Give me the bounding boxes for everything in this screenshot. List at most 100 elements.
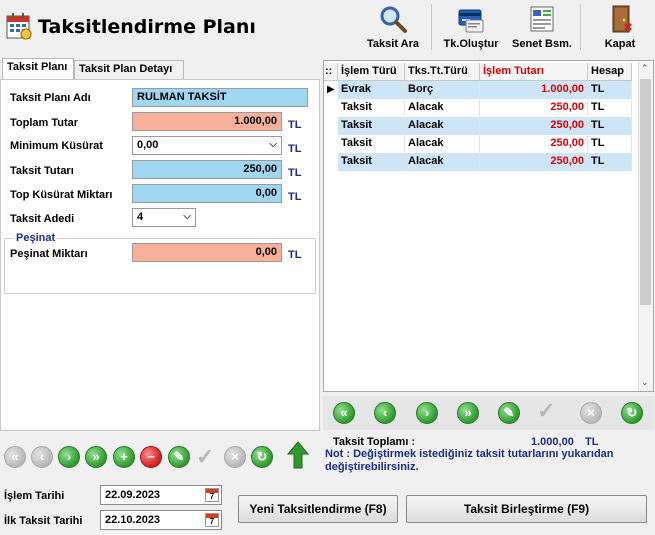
kapat-label: Kapat <box>604 38 636 50</box>
refresh-icon: ↻ <box>626 405 638 420</box>
delete-record-button[interactable]: − <box>140 446 162 468</box>
top-fraction-label: Top Küsürat Miktarı <box>10 189 113 201</box>
taksit-ara-label: Taksit Ara <box>367 38 419 50</box>
chevron-down-icon: ⌵ <box>269 139 277 150</box>
cell-tutar: 250,00 <box>480 117 588 135</box>
first-icon: « <box>340 405 348 420</box>
cell-hesap: TL <box>588 153 632 171</box>
post-check-icon[interactable]: ✓ <box>196 444 220 469</box>
cell-tutar: 250,00 <box>480 135 588 153</box>
cell-tur: Alacak <box>405 99 480 117</box>
cell-tutar: 250,00 <box>480 153 588 171</box>
summary-label: Taksit Toplamı : <box>333 436 416 448</box>
refresh-record-button[interactable]: ↻ <box>251 446 273 468</box>
ilk-taksit-tarihi-field[interactable]: 22.10.2023 7 <box>100 510 222 530</box>
edit-icon: ✎ <box>503 405 515 420</box>
title-bar: Taksitlendirme Planı Taksit Ara Tk.Oluşt… <box>0 0 655 58</box>
grid-marker-header: :: <box>324 63 338 81</box>
grid-last-button[interactable]: » <box>457 402 479 424</box>
senet-basim-button[interactable]: Senet Bsm. <box>508 2 576 54</box>
print-note-icon <box>527 4 557 34</box>
plan-name-field[interactable]: RULMAN TAKSİT <box>132 88 308 107</box>
kapat-button[interactable]: Kapat <box>594 2 646 54</box>
grid-post-check-icon[interactable]: ✓ <box>537 398 555 424</box>
scroll-down-icon[interactable]: ⌄ <box>641 377 649 388</box>
downpayment-group-title: Peşinat <box>14 232 58 244</box>
cell-islem: Taksit <box>338 117 405 135</box>
first-icon: « <box>11 449 19 464</box>
tab-taksit-plan-detayi[interactable]: Taksit Plan Detayı <box>74 60 184 79</box>
cell-hesap: TL <box>588 117 632 135</box>
merge-installment-button[interactable]: Taksit Birleştirme (F9) <box>406 495 647 523</box>
islem-tarihi-label: İşlem Tarihi <box>4 490 65 502</box>
total-amount-field[interactable]: 1.000,00 <box>132 112 282 131</box>
note-text: Not : Değiştirmek istediğiniz taksit tut… <box>325 448 614 473</box>
toolbar-separator <box>580 4 581 50</box>
cell-islem: Taksit <box>338 135 405 153</box>
installment-grid[interactable]: :: İşlem Türü Tks.Tt.Türü İşlem Tutarı H… <box>323 60 654 392</box>
taksit-ara-button[interactable]: Taksit Ara <box>360 2 426 54</box>
plan-name-label: Taksit Planı Adı <box>10 92 91 104</box>
downpayment-field[interactable]: 0,00 <box>132 243 282 262</box>
prev-record-button[interactable]: ‹ <box>31 446 53 468</box>
magnifier-icon <box>378 4 408 34</box>
top-fraction-field[interactable]: 0,00 <box>132 184 282 203</box>
last-icon: » <box>92 449 100 464</box>
add-record-button[interactable]: + <box>113 446 135 468</box>
calendar-icon[interactable]: 7 <box>205 488 219 502</box>
prev-icon: ‹ <box>39 449 45 464</box>
tab-taksit-plani[interactable]: Taksit Planı <box>2 58 74 79</box>
cell-hesap: TL <box>588 81 632 99</box>
min-fraction-select[interactable]: 0,00 ⌵ <box>132 136 282 155</box>
installment-amount-field[interactable]: 250,00 <box>132 160 282 179</box>
col-header-islem-tutari[interactable]: İşlem Tutarı <box>480 63 588 81</box>
cell-islem: Evrak <box>338 81 405 99</box>
grid-refresh-button[interactable]: ↻ <box>621 402 643 424</box>
close-icon: × <box>587 405 595 420</box>
grid-cancel-button[interactable]: × <box>580 402 602 424</box>
summary-unit: TL <box>585 436 599 448</box>
last-icon: » <box>464 405 472 420</box>
cell-tur: Alacak <box>405 117 480 135</box>
edit-record-button[interactable]: ✎ <box>168 446 190 468</box>
plus-icon: + <box>120 449 128 464</box>
downpayment-label: Peşinat Miktarı <box>10 248 88 260</box>
installment-amount-label: Taksit Tutarı <box>10 165 74 177</box>
cancel-record-button[interactable]: × <box>224 446 246 468</box>
first-record-button[interactable]: « <box>4 446 26 468</box>
cell-islem: Taksit <box>338 99 405 117</box>
tk-olustur-button[interactable]: Tk.Oluştur <box>438 2 504 54</box>
grid-prev-button[interactable]: ‹ <box>374 402 396 424</box>
card-create-icon <box>456 4 486 34</box>
last-record-button[interactable]: » <box>85 446 107 468</box>
next-record-button[interactable]: › <box>58 446 80 468</box>
installment-count-label: Taksit Adedi <box>10 213 75 225</box>
grid-edit-button[interactable]: ✎ <box>498 402 520 424</box>
min-fraction-label: Minimum Küsürat <box>10 140 103 152</box>
toolbar-separator <box>431 4 432 50</box>
senet-basim-label: Senet Bsm. <box>512 38 572 50</box>
col-header-islem-turu[interactable]: İşlem Türü <box>338 63 405 81</box>
grid-next-button[interactable]: › <box>416 402 438 424</box>
up-arrow-icon[interactable] <box>286 440 310 470</box>
ilk-taksit-tarihi-value: 22.10.2023 <box>105 514 161 526</box>
next-icon: › <box>424 405 430 420</box>
scroll-up-icon[interactable]: ⌃ <box>641 63 649 74</box>
calendar-icon[interactable]: 7 <box>205 513 219 527</box>
cell-tur: Alacak <box>405 135 480 153</box>
cell-tur: Borç <box>405 81 480 99</box>
installment-count-select[interactable]: 4 ⌵ <box>132 208 196 227</box>
col-header-tks-tt-turu[interactable]: Tks.Tt.Türü <box>405 63 480 81</box>
next-icon: › <box>66 449 72 464</box>
close-icon: × <box>231 449 239 464</box>
refresh-icon: ↻ <box>256 449 268 464</box>
downpayment-unit: TL <box>288 249 302 261</box>
grid-first-button[interactable]: « <box>333 402 355 424</box>
cell-hesap: TL <box>588 99 632 117</box>
col-header-hesap[interactable]: Hesap <box>588 63 632 81</box>
islem-tarihi-value: 22.09.2023 <box>105 489 161 501</box>
new-installment-button[interactable]: Yeni Taksitlendirme (F8) <box>238 495 398 523</box>
islem-tarihi-field[interactable]: 22.09.2023 7 <box>100 485 222 505</box>
scroll-thumb[interactable] <box>640 79 651 305</box>
calendar-app-icon <box>6 12 32 40</box>
